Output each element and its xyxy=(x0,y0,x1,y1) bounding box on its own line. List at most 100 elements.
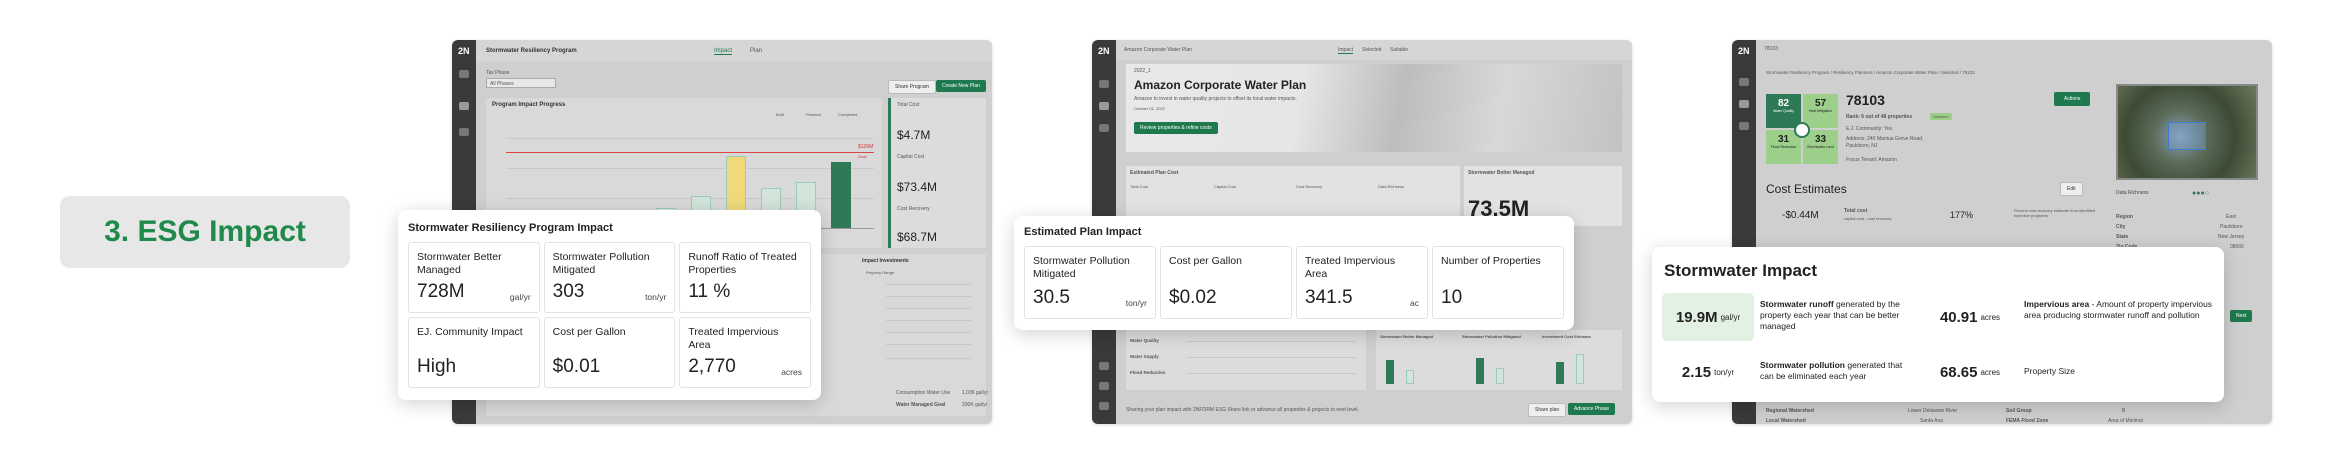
total-cost-value: -$0.44M xyxy=(1782,210,1819,221)
row-water-supply: Water Supply xyxy=(1130,354,1159,359)
nav-program-icon[interactable] xyxy=(1739,100,1749,108)
detail-region-value: East xyxy=(2226,214,2237,220)
share-program-button[interactable]: Share Program xyxy=(888,80,936,94)
score-water-quality: 82 Water Quality xyxy=(1766,94,1801,128)
focus-tenant: Focus Tenant: Amazon xyxy=(1846,157,1897,163)
cost-col-capital: Capital Cost xyxy=(1214,184,1236,189)
create-plan-button[interactable]: Create New Plan xyxy=(936,80,986,92)
runoff-value-box: 19.9M gal/yr xyxy=(1662,293,1754,341)
mini-chart-1: Stormwater Better Managed xyxy=(1380,334,1434,339)
goal-row-value: 200K gal/yr xyxy=(962,402,988,408)
breadcrumb[interactable]: Amazon Corporate Water Plan xyxy=(1124,47,1192,53)
tab-selected[interactable]: Selected xyxy=(1362,47,1381,53)
property-rank: Rank: 6 out of 48 properties xyxy=(1846,114,1913,120)
section-label: 3. ESG Impact xyxy=(60,196,350,268)
metric-impervious-area: Treated Impervious Area 341.5 ac xyxy=(1296,246,1428,319)
cost-col-total: Total Cost xyxy=(1130,184,1148,189)
footer-watershed-value: Lower Delaware River xyxy=(1908,408,1958,414)
logo-icon: 2N xyxy=(1738,46,1750,56)
metric-cost-per-gallon: Cost per Gallon $0.01 xyxy=(543,317,676,388)
benefit-rows: Water Quality Water Supply Flood Reducti… xyxy=(1126,330,1366,390)
row-water-quality: Water Quality xyxy=(1130,338,1159,343)
property-map[interactable] xyxy=(2116,84,2258,180)
logo-icon: 2N xyxy=(1098,46,1110,56)
tab-suitable[interactable]: Suitable xyxy=(1390,47,1408,53)
footer-local-key: Local Watershed xyxy=(1766,418,1806,424)
parcel-outline xyxy=(2168,122,2206,150)
metric-runoff-ratio: Runoff Ratio of Treated Properties 11 % xyxy=(679,242,811,313)
mini-chart-2: Stormwater Pollution Mitigated xyxy=(1462,334,1521,339)
nav-program-icon[interactable] xyxy=(1099,102,1109,110)
plan-impact-card: Estimated Plan Impact Stormwater Polluti… xyxy=(1014,216,1574,330)
detail-city-key: City xyxy=(2116,224,2126,230)
pollution-description: Stormwater pollution generated that can … xyxy=(1760,360,1903,382)
metric-pollution-mitigated: Stormwater Pollution Mitigated 303 ton/yr xyxy=(543,242,676,313)
user-icon[interactable] xyxy=(1099,402,1109,410)
actions-button[interactable]: Actions xyxy=(2054,92,2091,106)
search-icon[interactable] xyxy=(1739,78,1749,86)
detail-state-key: State xyxy=(2116,234,2129,240)
row-flood-reduction: Flood Reduction xyxy=(1130,370,1166,375)
program-impact-title: Stormwater Resiliency Program Impact xyxy=(408,222,613,234)
nav-map-icon[interactable] xyxy=(1099,124,1109,132)
impervious-description: Impervious area - Amount of property imp… xyxy=(2024,299,2213,321)
data-richness-dots: ●●●○ xyxy=(2192,190,2209,197)
page-title: Stormwater Resiliency Program xyxy=(486,48,577,54)
cost-recovery-label: Cost Recovery xyxy=(897,206,930,212)
total-cost-label: Total cost xyxy=(1844,208,1868,214)
review-properties-button[interactable]: Review properties & refine costs xyxy=(1134,122,1218,134)
score-heat-mitigation: 57 Heat Mitigation xyxy=(1803,94,1838,128)
phase-select[interactable]: All Phases xyxy=(486,78,556,88)
score-grid: 82 Water Quality 57 Heat Mitigation 31 Floo… xyxy=(1766,94,1838,164)
property-size-label: Property Size xyxy=(2024,366,2076,376)
search-icon[interactable] xyxy=(459,70,469,78)
program-impact-card: Stormwater Resiliency Program Impact Sto… xyxy=(398,210,821,400)
pollution-value-box: 2.15 ton/yr xyxy=(1681,363,1735,381)
legend-planned: Planned xyxy=(806,112,821,117)
metric-property-count: Number of Properties 10 xyxy=(1432,246,1564,319)
cost-col-recovery: Cost Recovery xyxy=(1296,184,1323,189)
back-link[interactable]: 78103 xyxy=(1764,46,1778,52)
footer-fema-key: FEMA Flood Zone xyxy=(2006,418,2049,424)
metric-impervious-area: Treated Impervious Area 2,770 acres xyxy=(679,317,811,388)
next-button[interactable]: Next xyxy=(2230,310,2253,322)
edit-costs-button[interactable]: Edit xyxy=(2060,182,2083,196)
nav-map-icon[interactable] xyxy=(459,128,469,136)
cost-summary: Total Cost $4.7M Capital Cost $73.4M Cos… xyxy=(888,98,986,248)
detail-zip-value: 08066 xyxy=(2230,244,2244,250)
property-size-value-box: 68.65 acres xyxy=(1939,363,2001,381)
score-stormwater-land: 33 Stormwater Land xyxy=(1803,130,1838,164)
managed-title: Stormwater Better Managed xyxy=(1468,170,1535,176)
metric-better-managed: Stormwater Better Managed 728M gal/yr xyxy=(408,242,540,313)
cost-col-richness: Data Richness xyxy=(1378,184,1405,189)
plan-title: Amazon Corporate Water Plan xyxy=(1134,78,1307,92)
footer-soil-key: Soil Group xyxy=(2006,408,2032,414)
stormwater-impact-card: Stormwater Impact 19.9M gal/yr Stormwater… xyxy=(1652,247,2224,402)
mini-chart-3: Investment Cost Estimate xyxy=(1542,334,1591,339)
total-cost-sub: capital cost - cost recovery xyxy=(1844,216,1892,221)
help-icon[interactable] xyxy=(1099,362,1109,370)
score-center-badge xyxy=(1794,122,1810,138)
share-plan-button[interactable]: Share plan xyxy=(1528,403,1567,417)
plan-hero: 2022_1 Amazon Corporate Water Plan Amazo… xyxy=(1126,64,1622,152)
settings-icon[interactable] xyxy=(1099,382,1109,390)
detail-region-key: Region xyxy=(2116,214,2133,220)
nav-map-icon[interactable] xyxy=(1739,122,1749,130)
tab-impact[interactable]: Impact xyxy=(714,48,733,55)
total-cost-label: Total Cost xyxy=(897,102,920,108)
filter-label: Tax Phase xyxy=(486,70,510,76)
tab-impact[interactable]: Impact xyxy=(1338,47,1354,54)
footer-watershed-key: Regional Watershed xyxy=(1766,408,1814,414)
metric-cost-per-gallon: Cost per Gallon $0.02 xyxy=(1160,246,1292,319)
tab-plan[interactable]: Plan xyxy=(750,48,762,54)
goal-label: Goal xyxy=(858,154,867,159)
cost-recovery-value: $68.7M xyxy=(897,230,938,244)
detail-city-value: Paulsboro xyxy=(2220,224,2243,230)
legend-completed: Completed xyxy=(838,112,858,117)
capital-cost-value: $73.4M xyxy=(897,180,938,194)
footer-soil-value: B xyxy=(2122,408,2126,414)
advance-phase-button[interactable]: Advance Phase xyxy=(1568,403,1616,415)
search-icon[interactable] xyxy=(1099,80,1109,88)
nav-program-icon[interactable] xyxy=(459,102,469,110)
breadcrumb[interactable]: Stormwater Resiliency Program / Resilien… xyxy=(1766,70,1975,75)
